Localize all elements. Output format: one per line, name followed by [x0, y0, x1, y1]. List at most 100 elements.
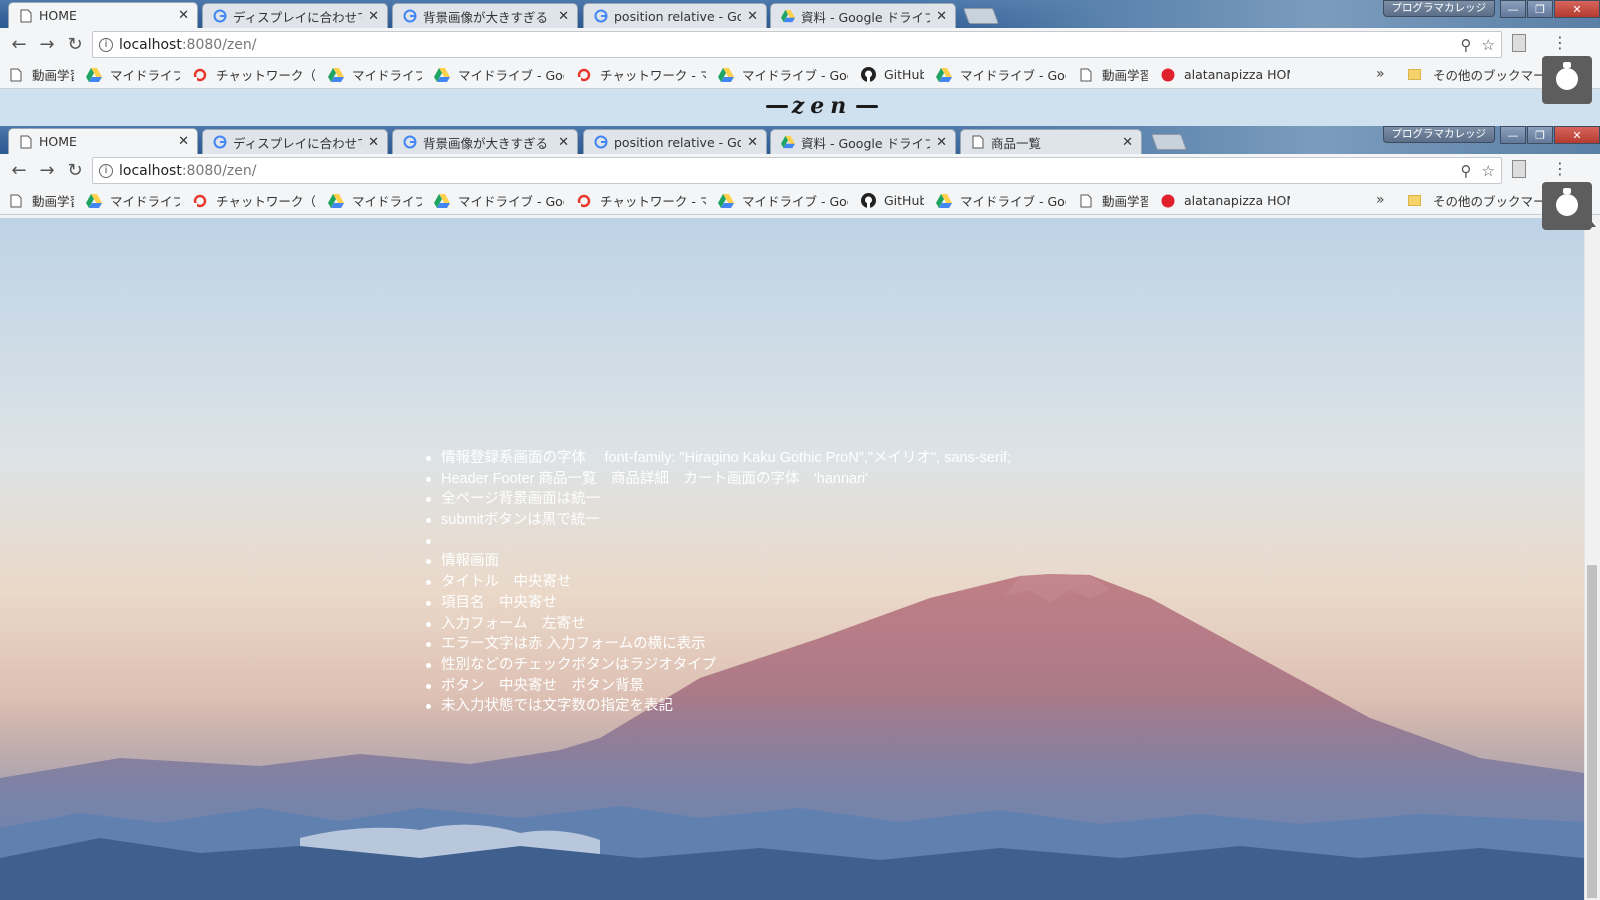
bookmark-label: マイドライブ	[110, 194, 180, 209]
maximize-icon[interactable]: ❐	[1527, 0, 1553, 18]
tab-title: 背景画像が大きすぎる -	[423, 135, 553, 151]
tab-close-icon[interactable]: ✕	[747, 135, 758, 150]
bookmark-item[interactable]: マイドライブ	[86, 191, 180, 211]
tab-close-icon[interactable]: ✕	[178, 134, 189, 149]
new-tab-button[interactable]	[963, 8, 999, 24]
bookmark-item[interactable]: チャットワーク（Ch	[192, 65, 316, 85]
zoom-icon[interactable]: ⚲	[1461, 36, 1472, 54]
bookmarks-bar: 動画学習 マイドライブ チャットワーク（Ch マイドライブ マイドライブ - Goo チャ…	[0, 61, 1600, 89]
tab-close-icon[interactable]: ✕	[747, 9, 758, 24]
bookmark-item[interactable]: チャットワーク - マ	[576, 191, 706, 211]
tab-title: HOME	[39, 8, 77, 23]
bookmarks-overflow-button[interactable]: »	[1376, 66, 1385, 82]
extension-icon[interactable]	[1512, 33, 1526, 52]
browser-tab[interactable]: position relative - Goo ✕	[583, 129, 767, 154]
maximize-icon[interactable]: ❐	[1527, 126, 1553, 144]
floating-widget[interactable]	[1542, 56, 1592, 104]
new-tab-button[interactable]	[1151, 134, 1187, 150]
menu-icon[interactable]: ⋮	[1552, 159, 1568, 178]
bookmark-item[interactable]: 動画学習	[1078, 65, 1148, 85]
tab-close-icon[interactable]: ✕	[1122, 135, 1133, 150]
bookmark-item[interactable]: マイドライブ - Goo	[718, 65, 848, 85]
zoom-icon[interactable]: ⚲	[1461, 162, 1472, 180]
browser-tab[interactable]: 背景画像が大きすぎる - ✕	[392, 129, 578, 154]
forward-icon[interactable]: →	[34, 158, 60, 184]
tab-close-icon[interactable]: ✕	[936, 9, 947, 24]
browser-tab[interactable]: ディスプレイに合わせて ✕	[202, 3, 388, 28]
tab-close-icon[interactable]: ✕	[368, 9, 379, 24]
other-bookmarks[interactable]: その他のブックマーク	[1408, 65, 1558, 84]
bookmark-item[interactable]: 動画学習	[8, 65, 74, 85]
site-info-icon[interactable]: i	[99, 37, 113, 52]
reload-icon[interactable]: ↻	[62, 158, 88, 184]
browser-tab[interactable]: 資料 - Google ドライブ ✕	[770, 3, 956, 28]
browser-tab[interactable]: 資料 - Google ドライブ ✕	[770, 129, 956, 154]
other-bookmarks-label: その他のブックマーク	[1433, 194, 1559, 209]
bookmark-item[interactable]: alatanapizza HOME	[1160, 65, 1290, 85]
floating-widget[interactable]	[1542, 182, 1592, 230]
tab-close-icon[interactable]: ✕	[558, 9, 569, 24]
note-item: 項目名 中央寄せ	[420, 593, 1011, 614]
google-icon	[403, 135, 417, 149]
back-icon[interactable]: ←	[6, 158, 32, 184]
bookmark-item[interactable]: GitHub	[860, 65, 924, 85]
note-item: ボタン 中央寄せ ボタン背景	[420, 676, 1011, 697]
menu-icon[interactable]: ⋮	[1552, 33, 1568, 52]
bookmark-item[interactable]: チャットワーク - マ	[576, 65, 706, 85]
drive-icon	[328, 67, 344, 83]
minimize-icon[interactable]: —	[1500, 126, 1526, 144]
bookmark-item[interactable]: マイドライブ	[328, 65, 422, 85]
page-icon	[971, 135, 985, 149]
bookmark-item[interactable]: alatanapizza HOME	[1160, 191, 1290, 211]
reload-icon[interactable]: ↻	[62, 32, 88, 58]
bookmark-item[interactable]: マイドライブ	[328, 191, 422, 211]
bookmark-item[interactable]: マイドライブ - Goo	[718, 191, 848, 211]
close-window-icon[interactable]: ✕	[1554, 126, 1600, 144]
url-path: :8080/zen/	[181, 36, 257, 53]
browser-tab[interactable]: 背景画像が大きすぎる - ✕	[392, 3, 578, 28]
bookmark-item[interactable]: 動画学習	[8, 191, 74, 211]
minimize-icon[interactable]: —	[1500, 0, 1526, 18]
site-logo[interactable]: zen	[762, 88, 882, 124]
browser-window-second: HOME ✕ ディスプレイに合わせて ✕ 背景画像が大きすぎる - ✕ position r…	[0, 126, 1600, 215]
tab-close-icon[interactable]: ✕	[368, 135, 379, 150]
folder-icon	[1408, 69, 1421, 80]
bookmarks-overflow-button[interactable]: »	[1376, 192, 1385, 208]
tab-close-icon[interactable]: ✕	[558, 135, 569, 150]
extension-icon[interactable]	[1512, 159, 1526, 178]
bookmark-item[interactable]: マイドライブ	[86, 65, 180, 85]
bookmark-item[interactable]: マイドライブ - Goo	[434, 65, 564, 85]
browser-tab[interactable]: position relative - Goo ✕	[583, 3, 767, 28]
bookmark-star-icon[interactable]: ☆	[1482, 162, 1495, 180]
tab-close-icon[interactable]: ✕	[936, 135, 947, 150]
browser-tab[interactable]: HOME ✕	[8, 128, 198, 154]
profile-button[interactable]: プログラマカレッジ	[1382, 0, 1495, 17]
drive-icon	[936, 193, 952, 209]
back-icon[interactable]: ←	[6, 32, 32, 58]
red-dot-icon	[1160, 193, 1176, 209]
bookmark-item[interactable]: GitHub	[860, 191, 924, 211]
bookmark-label: alatanapizza HOME	[1184, 193, 1290, 208]
bookmark-item[interactable]: 動画学習	[1078, 191, 1148, 211]
profile-button[interactable]: プログラマカレッジ	[1382, 126, 1495, 143]
browser-tab[interactable]: ディスプレイに合わせて ✕	[202, 129, 388, 154]
forward-icon[interactable]: →	[34, 32, 60, 58]
browser-tab[interactable]: HOME ✕	[8, 2, 198, 28]
bookmark-item[interactable]: マイドライブ - Goo	[936, 65, 1066, 85]
tab-close-icon[interactable]: ✕	[178, 8, 189, 23]
browser-tab[interactable]: 商品一覧 ✕	[960, 129, 1142, 154]
address-bar[interactable]: i localhost:8080/zen/ ⚲ ☆	[92, 157, 1502, 184]
close-window-icon[interactable]: ✕	[1554, 0, 1600, 18]
site-info-icon[interactable]: i	[99, 163, 113, 178]
bookmark-star-icon[interactable]: ☆	[1482, 36, 1495, 54]
other-bookmarks[interactable]: その他のブックマーク	[1408, 191, 1558, 210]
scrollbar-thumb[interactable]	[1587, 565, 1597, 898]
other-bookmarks-label: その他のブックマーク	[1433, 68, 1559, 83]
bookmark-item[interactable]: チャットワーク（Ch	[192, 191, 316, 211]
note-item: タイトル 中央寄せ	[420, 572, 1011, 593]
chatwork-icon	[192, 67, 208, 83]
bookmark-item[interactable]: マイドライブ - Goo	[434, 191, 564, 211]
address-bar[interactable]: i localhost:8080/zen/ ⚲ ☆	[92, 31, 1502, 58]
browser-window-top: HOME ✕ ディスプレイに合わせて ✕ 背景画像が大きすぎる - ✕ position r…	[0, 0, 1600, 89]
bookmark-item[interactable]: マイドライブ - Goo	[936, 191, 1066, 211]
